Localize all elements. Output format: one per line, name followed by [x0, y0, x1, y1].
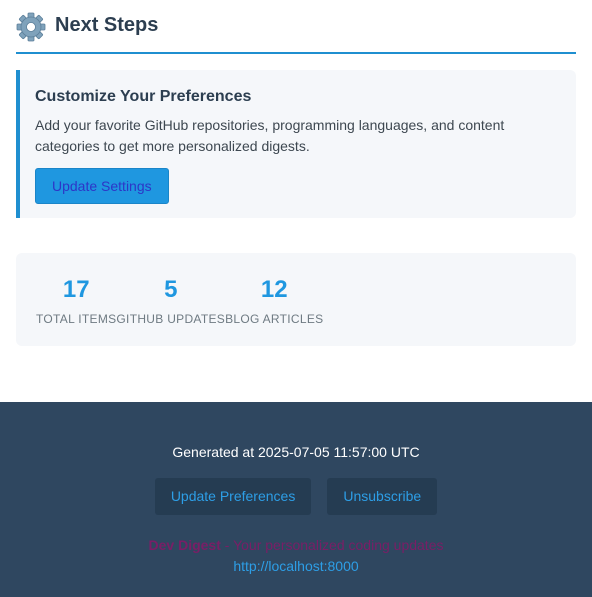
preferences-description: Add your favorite GitHub repositories, p…	[35, 117, 505, 154]
stat-value: 12	[260, 276, 288, 303]
unsubscribe-button[interactable]: Unsubscribe	[327, 478, 438, 515]
stat-label: BLOG ARTICLES	[225, 312, 324, 326]
stat-value: 5	[164, 276, 178, 303]
generated-timestamp: Generated at 2025-07-05 11:57:00 UTC	[172, 444, 420, 460]
footer: Generated at 2025-07-05 11:57:00 UTC Upd…	[0, 402, 592, 597]
update-preferences-button[interactable]: Update Preferences	[154, 478, 312, 515]
stat-label: GITHUB UPDATES	[116, 312, 226, 326]
stat-blog-articles: 12 BLOG ARTICLES	[225, 278, 323, 346]
footer-actions: Update Preferences Unsubscribe	[0, 478, 592, 515]
update-settings-button[interactable]: Update Settings	[35, 168, 169, 204]
stats-panel: 17 TOTAL ITEMS 5 GITHUB UPDATES 12 BLOG …	[16, 253, 576, 346]
preferences-card: Customize Your Preferences Add your favo…	[16, 70, 576, 218]
brand-name: Dev Digest	[148, 537, 221, 553]
stat-github-updates: 5 GITHUB UPDATES	[116, 278, 225, 346]
page-title: Next Steps	[55, 14, 159, 36]
brand-tagline: Dev Digest - Your personalized coding up…	[0, 537, 592, 553]
stat-total-items: 17 TOTAL ITEMS	[36, 278, 116, 346]
homepage-link[interactable]: http://localhost:8000	[0, 558, 592, 574]
tagline-text: - Your personalized coding updates	[220, 537, 444, 553]
stat-label: TOTAL ITEMS	[36, 312, 117, 326]
gear-icon	[16, 12, 46, 42]
preferences-title: Customize Your Preferences	[35, 88, 252, 105]
stat-value: 17	[62, 276, 90, 303]
next-steps-header: Next Steps	[16, 10, 576, 54]
